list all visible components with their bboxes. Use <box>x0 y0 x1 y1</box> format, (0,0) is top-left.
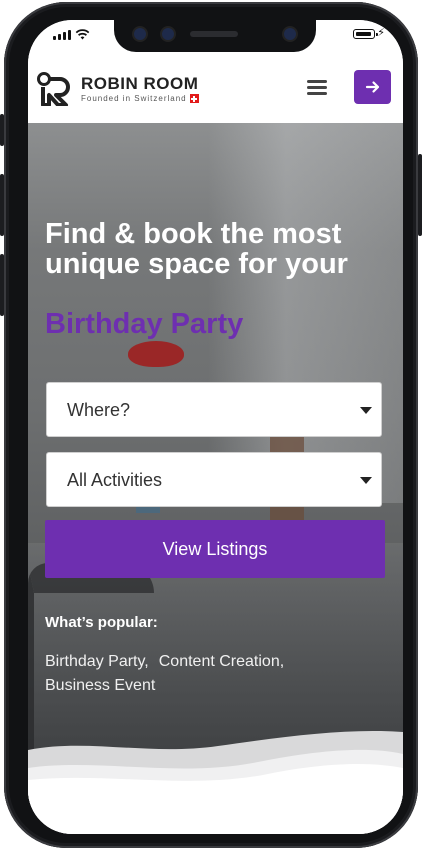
phone-volume-down-button <box>0 254 4 316</box>
front-camera-icon <box>162 28 174 40</box>
front-camera-icon <box>134 28 146 40</box>
brand-name: ROBIN ROOM <box>81 74 199 93</box>
earpiece-speaker <box>190 31 238 37</box>
phone-notch <box>114 20 316 52</box>
app-header: ROBIN ROOM Founded in Switzerland <box>28 60 403 123</box>
phone-power-button <box>418 154 422 236</box>
charging-bolt-icon: ⚡ <box>377 27 385 39</box>
brand-tagline-text: Founded in Switzerland <box>81 94 187 103</box>
hero-section: Find & book the most unique space for yo… <box>28 123 403 834</box>
location-select[interactable]: Where? <box>46 382 382 437</box>
activity-select[interactable]: All Activities <box>46 452 382 507</box>
popular-link-business-event[interactable]: Business Event <box>45 677 155 694</box>
login-button[interactable] <box>354 70 391 104</box>
activity-select-value: All Activities <box>67 470 163 490</box>
hamburger-menu-button[interactable] <box>305 77 329 97</box>
cellular-signal-icon <box>53 30 71 40</box>
brand-tagline: Founded in Switzerland <box>81 94 199 104</box>
chevron-down-icon <box>360 407 372 414</box>
phone-frame: ⚡ ROBIN ROOM Founded in Switzerland Find… <box>0 2 422 848</box>
popular-link-birthday-party[interactable]: Birthday Party, <box>45 653 149 670</box>
popular-links: Birthday Party, Content Creation, Busines… <box>45 650 375 698</box>
hero-background-vase <box>128 341 184 367</box>
phone-side-button <box>0 114 4 146</box>
location-select-value: Where? <box>67 400 131 420</box>
phone-volume-up-button <box>0 174 4 236</box>
hamburger-menu-icon <box>307 80 327 83</box>
sensor-icon <box>284 28 296 40</box>
swiss-flag-icon <box>189 94 199 104</box>
wifi-icon <box>75 29 90 40</box>
arrow-right-icon <box>365 81 379 93</box>
hamburger-menu-icon <box>307 92 327 95</box>
battery-icon <box>353 29 378 39</box>
robin-room-logo-icon <box>37 72 70 106</box>
hero-headline-accent: Birthday Party <box>45 308 244 340</box>
hero-bottom-wave <box>28 730 403 834</box>
view-listings-button[interactable]: View Listings <box>45 520 385 578</box>
popular-link-content-creation[interactable]: Content Creation, <box>159 653 284 670</box>
popular-label: What’s popular: <box>45 614 158 631</box>
hamburger-menu-icon <box>307 86 327 89</box>
chevron-down-icon <box>360 477 372 484</box>
hero-headline: Find & book the most unique space for yo… <box>45 218 348 280</box>
phone-screen: ⚡ ROBIN ROOM Founded in Switzerland Find… <box>28 20 403 834</box>
